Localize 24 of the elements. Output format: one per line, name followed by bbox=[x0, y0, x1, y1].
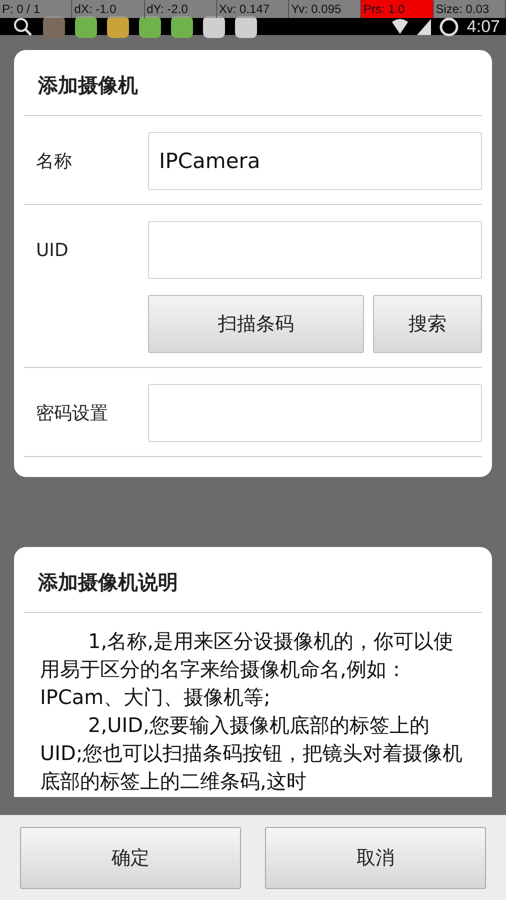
input-field[interactable]: IPCamera bbox=[148, 132, 482, 190]
help-paragraph: 2,UID,您要输入摄像机底部的标签上的UID;您也可以扫描条码按钮，把镜头对着摄像机底部的标签上的二维条码,这时 bbox=[40, 712, 464, 795]
pointer-readout: dX: -1.0 bbox=[72, 0, 145, 18]
search-icon bbox=[12, 16, 34, 38]
dialog-button[interactable]: 取消 bbox=[265, 826, 486, 888]
field-label: 密码设置 bbox=[36, 402, 109, 425]
input-field[interactable] bbox=[148, 384, 482, 442]
wifi-icon bbox=[390, 18, 409, 34]
pointer-readout: Xv: 0.147 bbox=[216, 0, 290, 18]
field-label: 名称 bbox=[36, 150, 73, 173]
pointer-readout: dY: -2.0 bbox=[144, 0, 217, 18]
pointer-readout: Prs: 1.0 bbox=[361, 0, 434, 18]
pointer-readout: P: 0 / 1 bbox=[0, 0, 72, 18]
clock-time: 4:07 bbox=[466, 18, 500, 35]
card-title: 添加摄像机说明 bbox=[36, 569, 179, 596]
input-field[interactable] bbox=[148, 221, 482, 279]
help-paragraph: 1,名称,是用来区分设摄像机的，你可以使用易于区分的名字来给摄像机命名,例如：IPCam、大门、摄像机等; bbox=[40, 628, 454, 711]
form-button[interactable]: 搜索 bbox=[373, 295, 482, 353]
dialog-button[interactable]: 确定 bbox=[20, 826, 241, 888]
signal-icon bbox=[416, 18, 431, 34]
field-label: UID bbox=[36, 240, 70, 260]
card-title: 添加摄像机 bbox=[36, 72, 139, 99]
form-button[interactable]: 扫描条码 bbox=[148, 295, 364, 353]
pointer-readout: Size: 0.03 bbox=[434, 0, 506, 18]
